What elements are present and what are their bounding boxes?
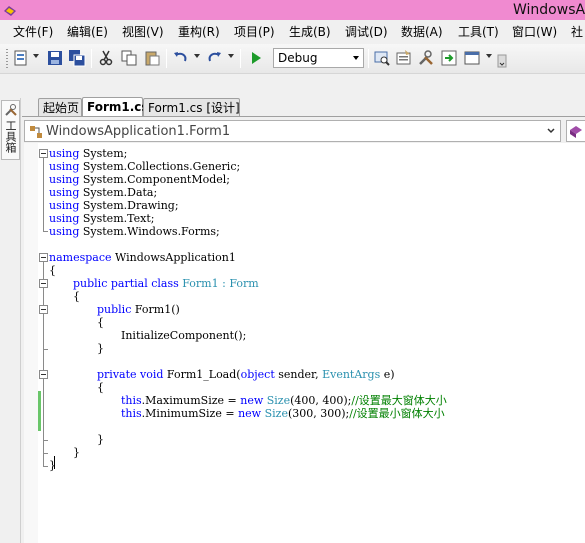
redo-icon[interactable] xyxy=(205,49,223,67)
code-line: this.MaximumSize = new Size(400, 400);//… xyxy=(121,394,447,407)
code-line: public Form1() xyxy=(97,303,180,316)
paste-icon[interactable] xyxy=(143,49,161,67)
code-line: } xyxy=(97,342,104,355)
solution-configuration-select[interactable]: Debug xyxy=(273,48,364,68)
code-line: namespace WindowsApplication1 xyxy=(49,251,236,264)
save-all-icon[interactable] xyxy=(68,49,86,67)
code-line: public partial class Form1 : Form xyxy=(73,277,259,290)
find-icon[interactable] xyxy=(373,49,391,67)
window-dropdown-icon[interactable] xyxy=(486,54,492,58)
outline-line xyxy=(43,262,44,466)
text-caret xyxy=(54,456,55,469)
class-icon xyxy=(30,126,42,138)
menu-refactor[interactable]: 重构(R) xyxy=(178,25,220,39)
visual-studio-icon xyxy=(4,6,16,16)
toolbox-label: 工具箱 xyxy=(4,120,17,153)
collapse-icon[interactable] xyxy=(39,149,48,158)
tab-form1-code[interactable]: Form1.cs xyxy=(82,97,149,117)
undo-dropdown-icon[interactable] xyxy=(194,54,200,58)
window-title: WindowsA xyxy=(513,2,585,18)
menu-debug[interactable]: 调试(D) xyxy=(345,25,388,39)
outline-end xyxy=(43,453,48,454)
redo-dropdown-icon[interactable] xyxy=(228,54,234,58)
code-line: using System; xyxy=(49,147,128,160)
new-project-dropdown-icon[interactable] xyxy=(33,54,39,58)
menu-project[interactable]: 项目(P) xyxy=(234,25,275,39)
copy-icon[interactable] xyxy=(120,49,138,67)
code-line: private void Form1_Load(object sender, E… xyxy=(97,368,395,381)
configuration-value: Debug xyxy=(278,51,318,65)
toolbar-separator xyxy=(166,49,167,68)
outline-end xyxy=(43,231,48,232)
code-line: using System.Windows.Forms; xyxy=(49,225,220,238)
collapse-icon[interactable] xyxy=(39,279,48,288)
tab-form1-design[interactable]: Form1.cs [设计] xyxy=(143,98,240,117)
chevron-down-icon xyxy=(547,128,555,134)
outline-end xyxy=(43,349,48,350)
toolbar-separator xyxy=(91,49,92,68)
menu-file[interactable]: 文件(F) xyxy=(13,25,53,39)
title-bar: WindowsA xyxy=(0,0,585,20)
code-line: { xyxy=(97,381,104,394)
menu-edit[interactable]: 编辑(E) xyxy=(67,25,108,39)
code-line: using System.Drawing; xyxy=(49,199,179,212)
editor-gutter xyxy=(24,143,38,543)
window-icon[interactable] xyxy=(463,49,481,67)
toolbar-separator xyxy=(368,49,369,68)
outline-line xyxy=(43,158,44,231)
menu-tools[interactable]: 工具(T) xyxy=(458,25,499,39)
code-editor[interactable]: using System; using System.Collections.G… xyxy=(24,143,585,543)
object-browser-icon[interactable] xyxy=(440,49,458,67)
class-selector[interactable]: WindowsApplication1.Form1 xyxy=(24,120,561,142)
start-debug-icon[interactable] xyxy=(247,49,265,67)
code-line: } xyxy=(73,446,80,459)
menu-community[interactable]: 社 xyxy=(571,25,583,39)
code-line: { xyxy=(97,316,104,329)
class-selector-value: WindowsApplication1.Form1 xyxy=(46,124,231,139)
toolbar-grip[interactable] xyxy=(6,49,8,68)
menu-data[interactable]: 数据(A) xyxy=(401,25,443,39)
undo-icon[interactable] xyxy=(172,49,190,67)
tab-underline xyxy=(22,116,585,117)
save-icon[interactable] xyxy=(46,49,64,67)
collapse-icon[interactable] xyxy=(39,305,48,314)
new-project-icon[interactable] xyxy=(12,49,30,67)
overflow-icon[interactable] xyxy=(497,54,507,68)
toolbox-icon xyxy=(5,104,17,116)
collapse-icon[interactable] xyxy=(39,370,48,379)
chevron-down-icon xyxy=(353,56,359,60)
code-line: } xyxy=(97,433,104,446)
menu-view[interactable]: 视图(V) xyxy=(122,25,164,39)
code-line: using System.ComponentModel; xyxy=(49,173,231,186)
properties-icon[interactable] xyxy=(395,49,413,67)
code-line: using System.Text; xyxy=(49,212,155,225)
member-selector[interactable] xyxy=(566,120,585,142)
outline-end xyxy=(43,466,48,467)
tools-icon[interactable] xyxy=(417,49,435,67)
change-indicator xyxy=(38,391,41,431)
toolbar-separator xyxy=(240,49,241,68)
code-line: this.MinimumSize = new Size(300, 300);//… xyxy=(121,407,445,420)
code-line: { xyxy=(73,290,80,303)
menu-build[interactable]: 生成(B) xyxy=(289,25,331,39)
code-line: { xyxy=(49,264,56,277)
document-tabs: 起始页 Form1.cs Form1.cs [设计] xyxy=(22,96,585,117)
menu-bar: 文件(F) 编辑(E) 视图(V) 重构(R) 项目(P) 生成(B) 调试(D… xyxy=(0,20,585,44)
menu-window[interactable]: 窗口(W) xyxy=(512,25,557,39)
code-line: InitializeComponent(); xyxy=(121,329,247,342)
toolbox-strip xyxy=(0,98,21,543)
code-line: using System.Data; xyxy=(49,186,158,199)
code-line: using System.Collections.Generic; xyxy=(49,160,241,173)
method-icon xyxy=(570,126,582,138)
outline-end xyxy=(43,440,48,441)
cut-icon[interactable] xyxy=(97,49,115,67)
collapse-icon[interactable] xyxy=(39,253,48,262)
tab-start-page[interactable]: 起始页 xyxy=(38,98,82,117)
